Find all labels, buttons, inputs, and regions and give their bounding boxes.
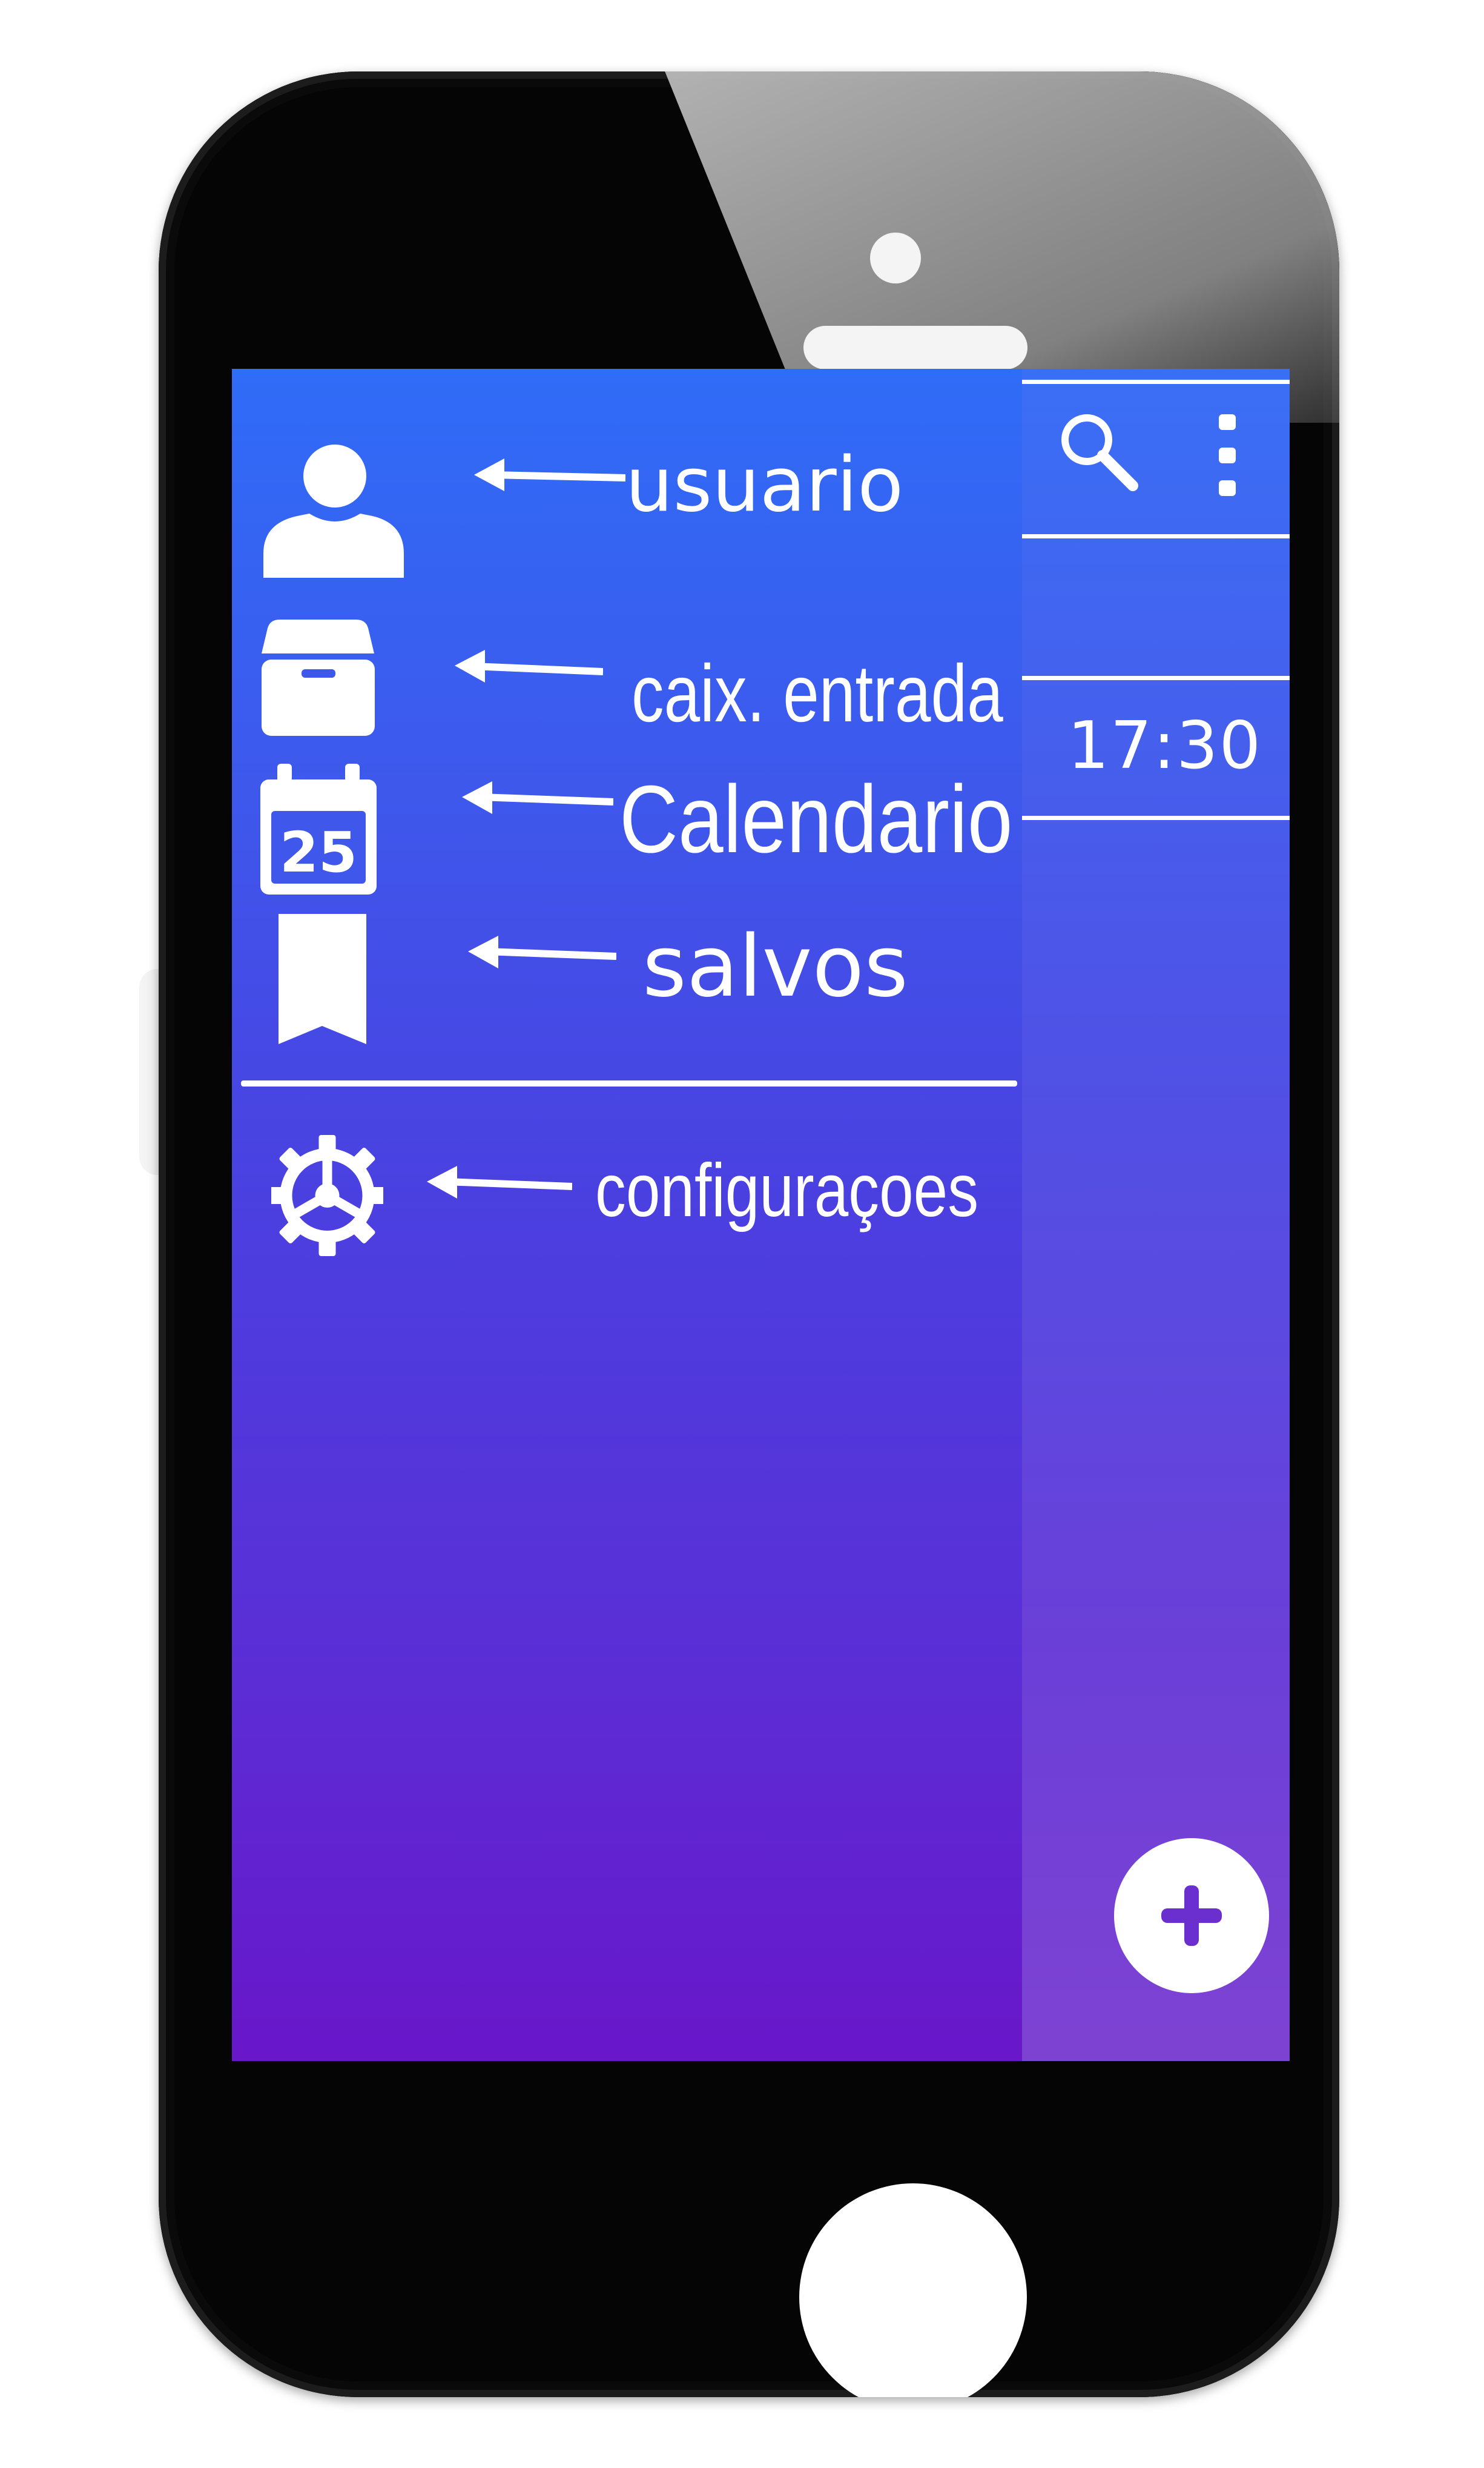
front-camera [870,233,921,283]
bookmark-icon[interactable] [279,914,366,1044]
drawer-divider [241,1080,1017,1087]
add-button[interactable] [1114,1838,1269,1993]
drawer-item-calendario[interactable]: Calendario [619,772,1013,867]
search-icon[interactable] [1055,408,1140,493]
calendar-day-text: 25 [280,820,357,885]
calendar-icon[interactable]: 25 [258,764,379,897]
arrow-left-icon [455,646,604,689]
arrow-left-icon [462,778,614,820]
arrow-left-icon [474,454,626,496]
home-button[interactable] [799,2183,1027,2397]
arrow-left-icon [427,1162,573,1205]
stage: 17:30 usuario caix. entrada 25 Calendari… [0,0,1484,2468]
gear-icon[interactable] [266,1129,388,1262]
user-icon[interactable] [261,438,406,578]
arrow-left-icon [468,932,617,974]
drawer-item-usuario[interactable]: usuario [625,448,903,523]
phone-screen: 17:30 usuario caix. entrada 25 Calendari… [232,369,1290,2061]
inbox-box-icon[interactable] [259,617,377,738]
plus-icon [1161,1885,1222,1946]
drawer-item-salvos[interactable]: salvos [642,925,908,1010]
drawer-item-caix-entrada[interactable]: caix. entrada [632,653,1003,735]
time-label: 17:30 [1067,708,1262,784]
navigation-drawer: usuario caix. entrada 25 Calendario salv… [232,369,1022,2061]
drawer-item-configuracoes[interactable]: configuraçoes [595,1153,978,1228]
more-vertical-icon[interactable] [1213,411,1243,502]
earpiece-speaker [803,326,1027,369]
